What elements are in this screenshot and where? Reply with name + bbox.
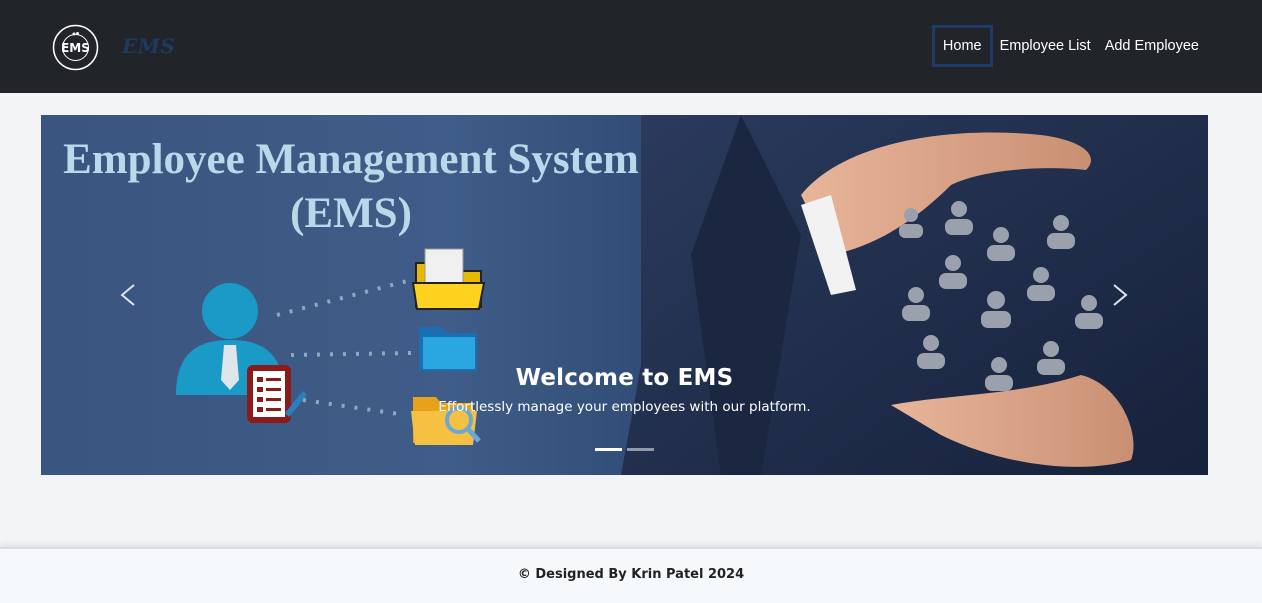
caption-title: Welcome to EMS [515,365,734,391]
carousel-indicator-1[interactable] [595,448,622,451]
chevron-right-icon [1113,284,1128,306]
hero-carousel: Employee Management System (EMS) Welcome… [41,115,1208,475]
navbar: EMS EMS Home Employee List Add Employee [0,0,1262,93]
carousel-caption: Welcome to EMS Effortlessly manage your … [41,365,1208,415]
ems-logo-icon[interactable]: EMS [52,24,99,71]
brand-name[interactable]: EMS [122,34,175,58]
logo-text: EMS [61,41,90,55]
chevron-left-icon [120,284,135,306]
nav-add-employee[interactable]: Add Employee [1098,25,1206,67]
nav-home[interactable]: Home [931,25,993,67]
main-nav: Home Employee List Add Employee [931,25,1206,67]
footer: © Designed By Krin Patel 2024 [0,547,1262,603]
banner-title-line1: Employee Management System [63,136,639,183]
nav-employee-list[interactable]: Employee List [993,25,1098,67]
banner-title-line2: (EMS) [290,190,412,237]
carousel-indicators [595,448,654,451]
carousel-indicator-2[interactable] [627,448,654,451]
banner-title: Employee Management System (EMS) [41,133,661,241]
carousel-prev-button[interactable] [108,277,148,313]
carousel-next-button[interactable] [1100,277,1140,313]
footer-text: © Designed By Krin Patel 2024 [517,567,745,582]
caption-text: Effortlessly manage your employees with … [438,399,811,415]
